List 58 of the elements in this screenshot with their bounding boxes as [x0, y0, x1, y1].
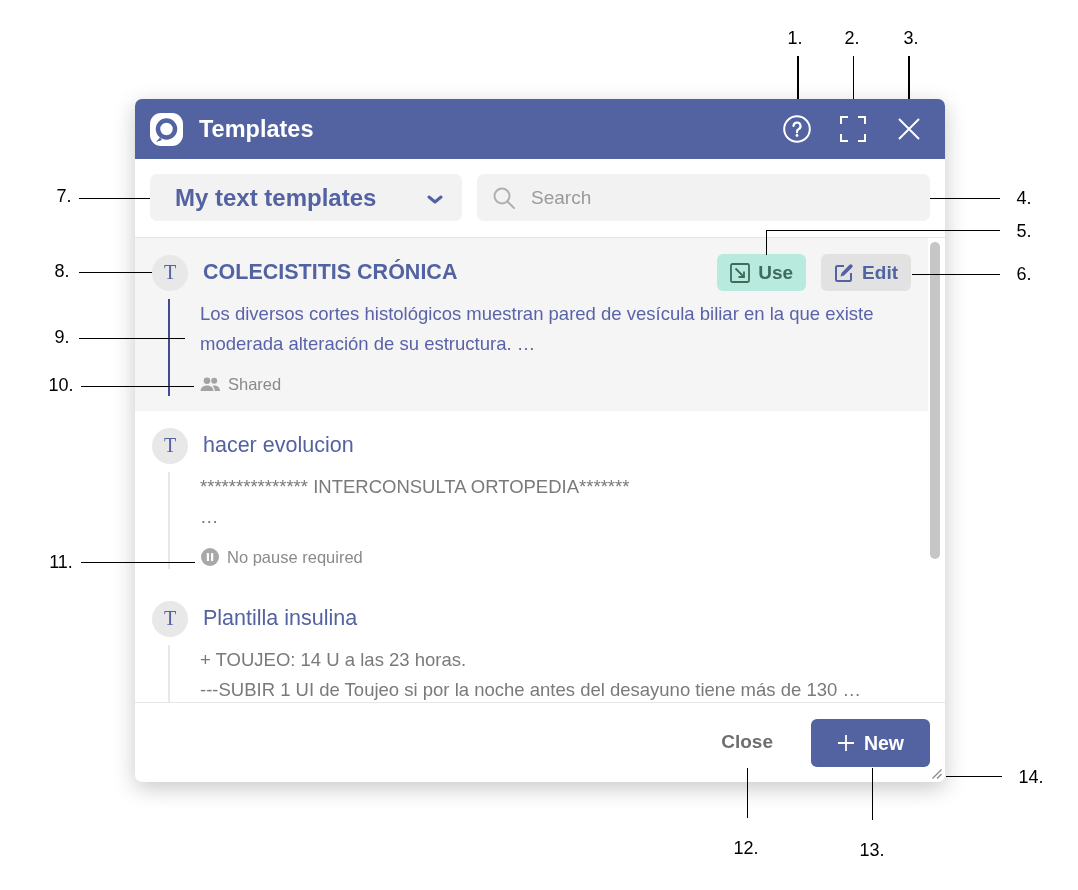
- template-title: Plantilla insulina: [203, 606, 358, 631]
- template-avatar: T: [152, 427, 188, 464]
- callout-number: 3.: [903, 29, 919, 47]
- callout-number: 13.: [859, 841, 885, 859]
- template-item[interactable]: T hacer evolucion *************** INTERCONSULTA ORTOPEDIA******* … No pause required: [135, 411, 928, 584]
- callout-number: 1.: [787, 29, 803, 47]
- leader-line: [871, 768, 873, 820]
- template-item[interactable]: T Plantilla insulina + TOUJEO: 14 U a las 23 horas. ---SUBIR 1 UI de Toujeo si por la noche antes del desayuno tiene más de 130 …: [135, 584, 928, 702]
- template-preview: *************** INTERCONSULTA ORTOPEDIA*******: [200, 475, 631, 499]
- template-preview: Los diversos cortes histológicos muestran pared de vesícula biliar en la que existe moderada alteración de su estructura. …: [200, 302, 875, 356]
- leader-line: [746, 768, 748, 818]
- status-label: Shared: [228, 374, 282, 394]
- template-title: hacer evolucion: [203, 433, 354, 458]
- leader-line: [797, 56, 799, 99]
- callout-number: 4.: [1016, 189, 1032, 207]
- fullscreen-icon: [840, 116, 866, 142]
- dialog-title: Templates: [199, 115, 314, 143]
- leader-line: [930, 197, 1000, 199]
- callout-number: 8.: [54, 262, 70, 280]
- callout-number: 5.: [1016, 222, 1032, 240]
- arrow-into-box-icon: [730, 262, 751, 283]
- new-button[interactable]: New: [811, 719, 930, 767]
- template-avatar: T: [152, 600, 188, 637]
- edit-button[interactable]: Edit: [821, 254, 911, 291]
- callout-number: 2.: [844, 29, 860, 47]
- status-label: No pause required: [227, 547, 363, 567]
- template-preview: + TOUJEO: 14 U a las 23 horas.: [200, 648, 468, 672]
- template-title: COLECISTITIS CRÓNICA: [203, 260, 458, 285]
- people-icon: [200, 377, 220, 391]
- help-icon: [783, 115, 811, 143]
- callout-number: 9.: [54, 328, 70, 346]
- template-preview: …: [200, 505, 220, 529]
- template-preview: ---SUBIR 1 UI de Toujeo si por la noche antes del desayuno tiene más de 130 …: [200, 678, 862, 702]
- leader-line: [946, 775, 1002, 777]
- close-icon: [898, 118, 920, 140]
- scrollbar-thumb[interactable]: [930, 242, 940, 559]
- leader-line: [908, 56, 910, 99]
- pause-circle-icon: [201, 548, 219, 566]
- callout-number: 6.: [1016, 265, 1032, 283]
- chevron-down-icon: [427, 194, 443, 205]
- template-avatar: T: [152, 254, 188, 291]
- edit-icon: [834, 262, 855, 283]
- plus-icon: [836, 734, 855, 752]
- leader-line: [852, 56, 854, 99]
- app-logo-icon: [150, 112, 183, 146]
- callout-number: 7.: [56, 187, 72, 205]
- callout-number: 12.: [733, 839, 759, 857]
- use-button[interactable]: Use: [717, 254, 807, 291]
- search-icon: [493, 187, 515, 209]
- resize-handle-icon[interactable]: [930, 767, 942, 779]
- callout-number: 11.: [49, 553, 73, 571]
- close-text-button[interactable]: Close: [701, 719, 793, 764]
- template-item[interactable]: T COLECISTITIS CRÓNICA Use Edit Los diversos cortes histológicos muestran pared de vesícula biliar en la que existe moderada alteración de su estructura. … Shared: [135, 238, 928, 411]
- search-field[interactable]: Search: [477, 174, 930, 221]
- leader-line: [79, 197, 150, 199]
- callout-number: 14.: [1018, 768, 1044, 786]
- callout-number: 10.: [48, 376, 74, 394]
- template-type-dropdown[interactable]: My text templates: [150, 174, 462, 221]
